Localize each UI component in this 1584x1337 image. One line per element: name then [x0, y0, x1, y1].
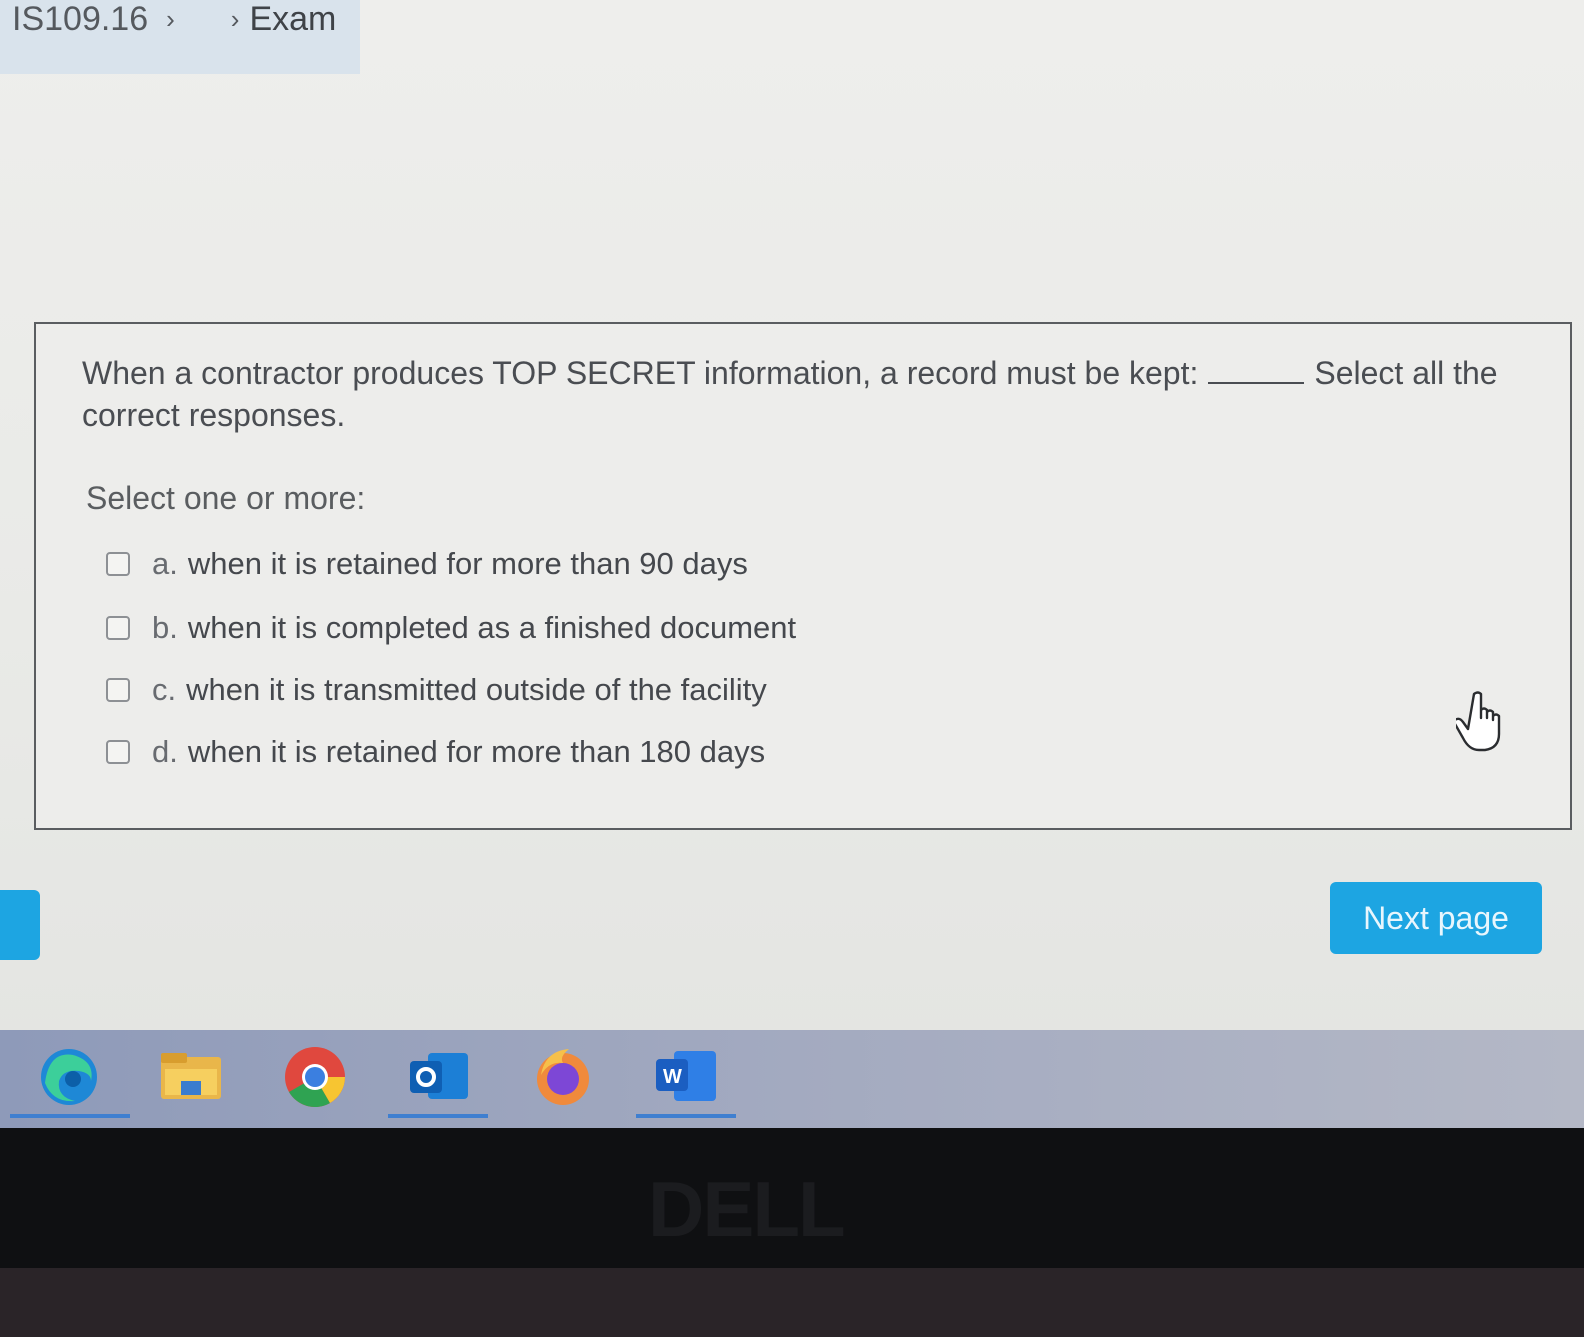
- hand-cursor-icon: [1456, 691, 1501, 752]
- option-c-text: when it is transmitted outside of the fa…: [186, 672, 767, 707]
- question-stem: When a contractor produces TOP SECRET in…: [82, 355, 1199, 391]
- outlook-icon[interactable]: [388, 1042, 488, 1118]
- browser-viewport: IS109.16 › › Exam When a contractor prod…: [0, 0, 1584, 1045]
- breadcrumb-course[interactable]: IS109.16: [12, 0, 148, 38]
- question-text: When a contractor produces TOP SECRET in…: [82, 352, 1532, 436]
- option-d-letter: d.: [152, 734, 178, 769]
- option-d-text: when it is retained for more than 180 da…: [187, 734, 766, 769]
- file-explorer-icon[interactable]: [156, 1042, 226, 1112]
- option-a-text: when it is retained for more than 90 day…: [187, 546, 748, 581]
- question-box: When a contractor produces TOP SECRET in…: [34, 322, 1572, 830]
- word-icon[interactable]: W: [636, 1042, 736, 1118]
- option-b-letter: b.: [152, 610, 178, 645]
- previous-page-button[interactable]: [0, 890, 40, 960]
- edge-icon[interactable]: [10, 1042, 130, 1118]
- answer-blank: [1208, 356, 1305, 384]
- firefox-icon[interactable]: [528, 1042, 598, 1112]
- word-active-indicator: [636, 1114, 736, 1118]
- answer-option-b[interactable]: b. when it is completed as a finished do…: [106, 610, 796, 646]
- answer-option-c[interactable]: c. when it is transmitted outside of the…: [106, 672, 767, 708]
- option-b-text: when it is completed as a finished docum…: [187, 610, 797, 645]
- edge-active-indicator: [10, 1114, 130, 1118]
- outlook-active-indicator: [388, 1114, 488, 1118]
- option-a-letter: a.: [152, 546, 178, 581]
- chevron-right-icon: ›: [230, 4, 240, 34]
- svg-text:W: W: [663, 1066, 682, 1088]
- option-c-checkbox[interactable]: [106, 678, 130, 702]
- answer-option-d[interactable]: d. when it is retained for more than 180…: [106, 734, 765, 770]
- option-c-letter: c.: [152, 672, 177, 707]
- option-d-checkbox[interactable]: [106, 740, 130, 764]
- monitor-stand-edge: [0, 1268, 1584, 1337]
- next-page-button[interactable]: Next page: [1330, 882, 1542, 954]
- answer-option-a[interactable]: a. when it is retained for more than 90 …: [106, 546, 748, 582]
- dell-logo: DELL: [648, 1165, 846, 1253]
- chevron-right-icon: ›: [166, 4, 175, 34]
- breadcrumb: IS109.16 › › Exam: [0, 0, 360, 74]
- option-b-checkbox[interactable]: [106, 616, 130, 640]
- breadcrumb-page[interactable]: Exam: [249, 0, 336, 38]
- chrome-icon[interactable]: [280, 1042, 350, 1112]
- option-a-checkbox[interactable]: [106, 552, 130, 576]
- select-prompt: Select one or more:: [86, 480, 366, 516]
- taskbar: W: [0, 1030, 1584, 1130]
